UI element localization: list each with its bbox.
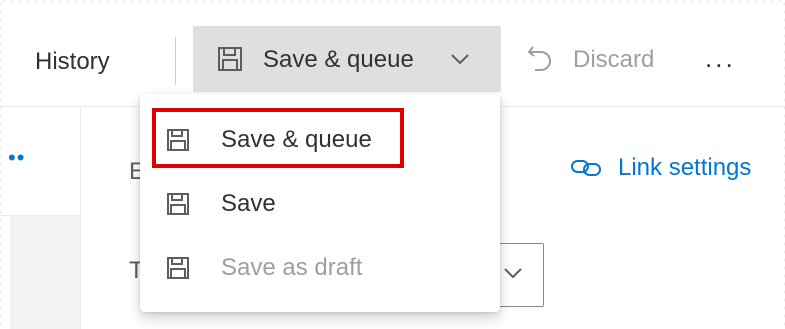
chevron-down-icon bbox=[503, 266, 523, 285]
save-dropdown-menu: Save & queue Save Save as draft bbox=[140, 94, 500, 312]
link-icon bbox=[570, 155, 604, 186]
save-queue-label: Save & queue bbox=[263, 46, 414, 73]
undo-icon bbox=[525, 43, 555, 78]
more-options-icon[interactable]: ... bbox=[705, 43, 736, 74]
menu-item-label: Save & queue bbox=[221, 126, 372, 153]
discard-button[interactable]: Discard bbox=[573, 46, 654, 74]
menu-item-label: Save bbox=[221, 190, 276, 217]
floppy-disk-icon bbox=[166, 256, 190, 285]
history-button[interactable]: History bbox=[35, 48, 110, 76]
menu-item-save[interactable]: Save bbox=[140, 174, 500, 232]
save-queue-split-button[interactable]: Save & queue bbox=[193, 26, 501, 92]
torn-edge-right bbox=[779, 0, 785, 329]
menu-item-save-as-draft[interactable]: Save as draft bbox=[140, 238, 500, 296]
menu-item-label: Save as draft bbox=[221, 254, 363, 281]
left-panel-lower-area bbox=[10, 216, 80, 329]
toolbar-separator bbox=[175, 37, 176, 85]
chevron-down-icon[interactable] bbox=[450, 52, 470, 71]
torn-edge-top bbox=[0, 0, 785, 8]
floppy-disk-icon bbox=[217, 46, 243, 77]
floppy-disk-icon bbox=[166, 192, 190, 221]
menu-item-save-queue[interactable]: Save & queue bbox=[140, 110, 500, 168]
page: History Save & queue Discard ... •• E T bbox=[0, 0, 785, 329]
left-panel-dots[interactable]: •• bbox=[8, 145, 25, 171]
link-settings-link[interactable]: Link settings bbox=[618, 154, 751, 182]
floppy-disk-icon bbox=[166, 128, 190, 157]
